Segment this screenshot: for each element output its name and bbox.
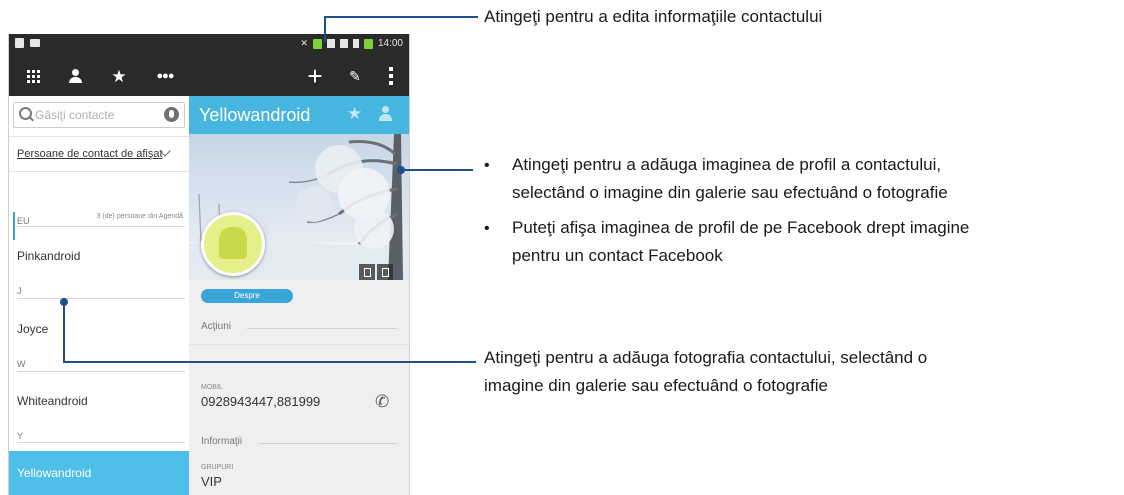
callout-line	[324, 16, 478, 18]
action-bar: ★ ●●● + ✎	[9, 56, 409, 96]
scroll-indicator	[13, 212, 15, 240]
callout-profile-text-2a: Puteţi afişa imaginea de profil de pe Fa…	[512, 218, 970, 237]
mute-icon: ✕	[300, 38, 308, 48]
plus-icon: +	[307, 61, 323, 91]
status-time: 14:00	[377, 38, 403, 49]
contact-detail-panel: Yellowandroid ★ Despre Acţiuni MOBIL 092…	[189, 96, 409, 495]
groups-label: GRUPURI	[201, 464, 234, 471]
callout-line	[401, 169, 473, 171]
battery-icon	[363, 38, 373, 49]
section-divider	[17, 371, 185, 372]
contact-header: Yellowandroid ★	[189, 96, 409, 134]
grid-icon	[26, 69, 40, 83]
callout-photo-text-b: imagine din galerie sau efectuând o foto…	[484, 376, 829, 395]
overflow-menu-button[interactable]	[373, 56, 409, 96]
me-contact-count: 3 (de) persoane din Agendă	[96, 213, 183, 220]
signal-icon	[326, 39, 335, 48]
microphone-icon[interactable]	[164, 107, 179, 122]
camera-button[interactable]	[377, 264, 393, 280]
favorites-tab[interactable]: ★	[101, 56, 137, 96]
notification-icon	[15, 38, 24, 48]
sim-icon	[339, 39, 348, 48]
list-item-selected[interactable]: Yellowandroid	[9, 451, 189, 495]
pencil-icon: ✎	[349, 67, 361, 84]
contact-avatar[interactable]	[201, 212, 265, 276]
star-icon: ★	[111, 66, 127, 86]
person-icon	[68, 69, 82, 83]
section-divider	[17, 226, 185, 227]
phone-number[interactable]: 0928943447,881999	[201, 394, 320, 409]
phone-icon[interactable]: ✆	[375, 392, 389, 412]
more-vert-icon	[389, 67, 393, 85]
contact-link-icon[interactable]	[379, 106, 393, 122]
bullet: •	[484, 220, 490, 237]
search-placeholder: Găsiţi contacte	[35, 108, 115, 122]
callout-profile-text-1a: Atingeţi pentru a adăuga imaginea de pro…	[512, 155, 942, 174]
phone-label: MOBIL	[201, 384, 223, 391]
list-item[interactable]: Joyce	[17, 322, 48, 336]
tablet-screen: ✕ 14:00 ★ ●●● + ✎ Găsiţi contacte Persoa…	[8, 34, 410, 495]
list-item[interactable]: Pinkandroid	[17, 249, 80, 263]
contact-list-panel: Găsiţi contacte Persoane de contact de a…	[9, 96, 189, 495]
section-letter: J	[17, 286, 22, 296]
gallery-button[interactable]	[359, 264, 375, 280]
wifi-icon	[352, 39, 359, 48]
profile-cover-photo[interactable]	[189, 134, 409, 280]
bullet: •	[484, 157, 490, 174]
contacts-tab[interactable]	[57, 56, 93, 96]
callout-line	[63, 302, 65, 363]
status-green-icon	[312, 38, 322, 49]
groups-tab[interactable]: ●●●	[147, 56, 183, 96]
groups-value: VIP	[201, 474, 222, 489]
section-divider	[17, 298, 185, 299]
group-icon: ●●●	[156, 70, 175, 82]
list-item[interactable]: Whiteandroid	[17, 394, 88, 408]
selected-contact-name: Yellowandroid	[17, 466, 92, 480]
search-input[interactable]: Găsiţi contacte	[13, 102, 185, 128]
status-bar: ✕ 14:00	[9, 34, 409, 56]
notification-icon	[30, 39, 40, 47]
contact-name: Yellowandroid	[199, 105, 311, 125]
add-contact-button[interactable]: +	[297, 56, 333, 96]
callout-profile-text-1b: selectând o imagine din galerie sau efec…	[512, 183, 948, 202]
actions-section-title: Acţiuni	[201, 321, 232, 332]
section-letter: EU	[17, 216, 30, 226]
contacts-filter-dropdown[interactable]: Persoane de contact de afişat	[9, 136, 189, 172]
section-divider	[17, 442, 185, 443]
section-letter: Y	[17, 431, 24, 441]
callout-profile-text-2b: pentru un contact Facebook	[512, 246, 723, 265]
callout-edit-text: Atingeţi pentru a edita informaţiile con…	[484, 7, 823, 26]
tab-about[interactable]: Despre	[201, 289, 293, 303]
apps-button[interactable]	[15, 56, 51, 96]
section-divider	[247, 328, 397, 329]
section-divider	[189, 344, 409, 345]
info-section-title: Informaţii	[201, 436, 243, 447]
filter-label: Persoane de contact de afişat	[17, 148, 163, 160]
callout-photo-text-a: Atingeţi pentru a adăuga fotografia cont…	[484, 348, 928, 367]
favorite-star-icon[interactable]: ★	[347, 104, 362, 124]
section-letter: W	[17, 359, 26, 369]
section-divider	[259, 443, 397, 444]
callout-line	[63, 361, 476, 363]
edit-contact-button[interactable]: ✎	[337, 56, 373, 96]
android-avatar-icon	[219, 227, 247, 259]
search-icon	[19, 107, 32, 120]
callout-line	[324, 16, 326, 42]
